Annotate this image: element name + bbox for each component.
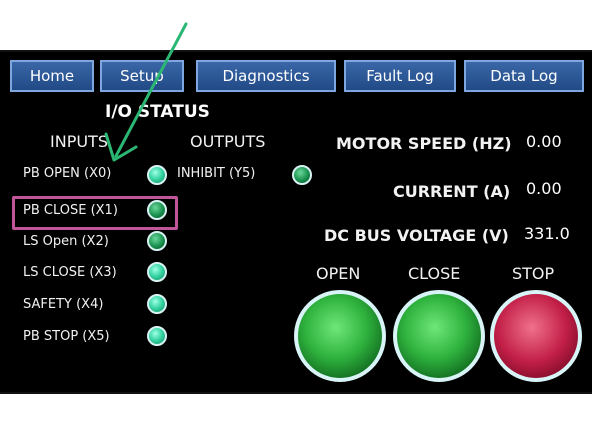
input-indicator-x5: [147, 326, 167, 346]
close-button-label: CLOSE: [408, 264, 461, 283]
motor-speed-label: MOTOR SPEED (HZ): [336, 134, 512, 153]
stop-button[interactable]: [490, 290, 582, 382]
input-label-x0: PB OPEN (X0): [23, 166, 112, 181]
input-label-x3: LS CLOSE (X3): [23, 265, 117, 280]
input-label-x5: PB STOP (X5): [23, 329, 110, 344]
input-indicator-x0: [147, 165, 167, 185]
io-status-title: I/O STATUS: [105, 102, 210, 122]
dc-bus-voltage-value: 331.0: [524, 224, 570, 243]
current-value: 0.00: [526, 179, 562, 198]
tab-setup[interactable]: Setup: [100, 60, 184, 92]
open-button[interactable]: [294, 290, 386, 382]
stop-button-label: STOP: [512, 264, 555, 283]
dc-bus-voltage-label: DC BUS VOLTAGE (V): [324, 226, 509, 245]
output-label-y5: INHIBIT (Y5): [177, 166, 256, 181]
inputs-header: INPUTS: [50, 132, 108, 151]
output-indicator-y5: [292, 165, 312, 185]
tab-bar: Home Setup Diagnostics Fault Log Data Lo…: [6, 60, 586, 94]
motor-speed-value: 0.00: [526, 132, 562, 151]
input-indicator-x3: [147, 262, 167, 282]
tab-data-log[interactable]: Data Log: [464, 60, 584, 92]
outputs-header: OUTPUTS: [190, 132, 266, 151]
tab-diagnostics[interactable]: Diagnostics: [196, 60, 336, 92]
input-label-x2: LS Open (X2): [23, 234, 109, 249]
tab-home[interactable]: Home: [10, 60, 94, 92]
input-label-x4: SAFETY (X4): [23, 297, 104, 312]
close-button[interactable]: [393, 290, 485, 382]
tab-fault-log[interactable]: Fault Log: [344, 60, 456, 92]
input-indicator-x2: [147, 231, 167, 251]
current-label: CURRENT (A): [393, 182, 511, 201]
input-indicator-x4: [147, 294, 167, 314]
highlight-box: [12, 196, 178, 230]
open-button-label: OPEN: [316, 264, 361, 283]
